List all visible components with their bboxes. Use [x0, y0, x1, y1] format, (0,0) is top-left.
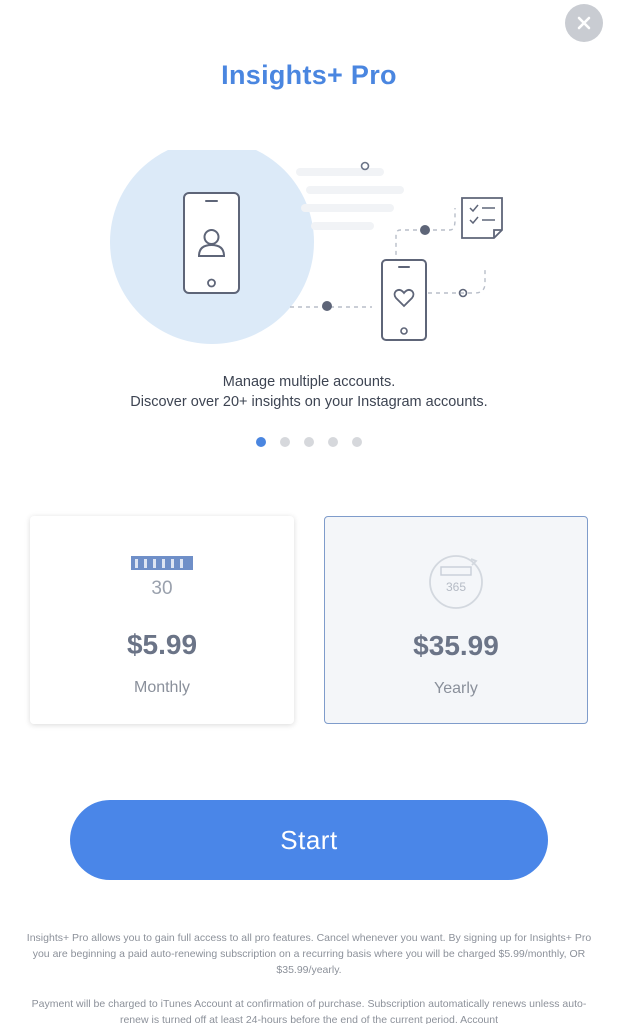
plan-card-monthly[interactable]: 30 $5.99 Monthly	[30, 516, 294, 724]
calendar-number-monthly: 30	[151, 578, 172, 599]
start-button[interactable]: Start	[70, 800, 548, 880]
pagination-dots[interactable]	[0, 437, 618, 447]
feature-illustration	[110, 150, 503, 344]
page-title: Insights+ Pro	[221, 60, 397, 90]
feature-description: Manage multiple accounts. Discover over …	[0, 372, 618, 412]
calendar-refresh-icon: 365	[325, 551, 587, 613]
large-phone-icon	[183, 192, 240, 294]
page-dot-2[interactable]	[280, 437, 290, 447]
plan-period-monthly: Monthly	[133, 679, 191, 696]
legal-text-1: Insights+ Pro allows you to gain full ac…	[26, 932, 592, 976]
plan-period-yearly: Yearly	[434, 680, 478, 697]
plan-price-yearly: $35.99	[413, 630, 499, 661]
plan-card-yearly[interactable]: 365 $35.99 Yearly	[324, 516, 588, 724]
checklist-icon	[461, 197, 503, 239]
feature-line-1: Manage multiple accounts.	[222, 374, 396, 390]
small-phone-icon	[381, 259, 427, 341]
legal-text-2: Payment will be charged to iTunes Accoun…	[31, 998, 587, 1024]
close-button[interactable]	[565, 4, 603, 42]
calendar-icon: 30	[30, 550, 294, 612]
feature-line-2: Discover over 20+ insights on your Insta…	[130, 394, 488, 410]
page-dot-4[interactable]	[328, 437, 338, 447]
close-icon	[577, 16, 591, 30]
plan-price-monthly: $5.99	[126, 629, 198, 660]
page-dot-1[interactable]	[256, 437, 266, 447]
page-dot-3[interactable]	[304, 437, 314, 447]
calendar-number-yearly: 365	[446, 580, 466, 594]
page-dot-5[interactable]	[352, 437, 362, 447]
